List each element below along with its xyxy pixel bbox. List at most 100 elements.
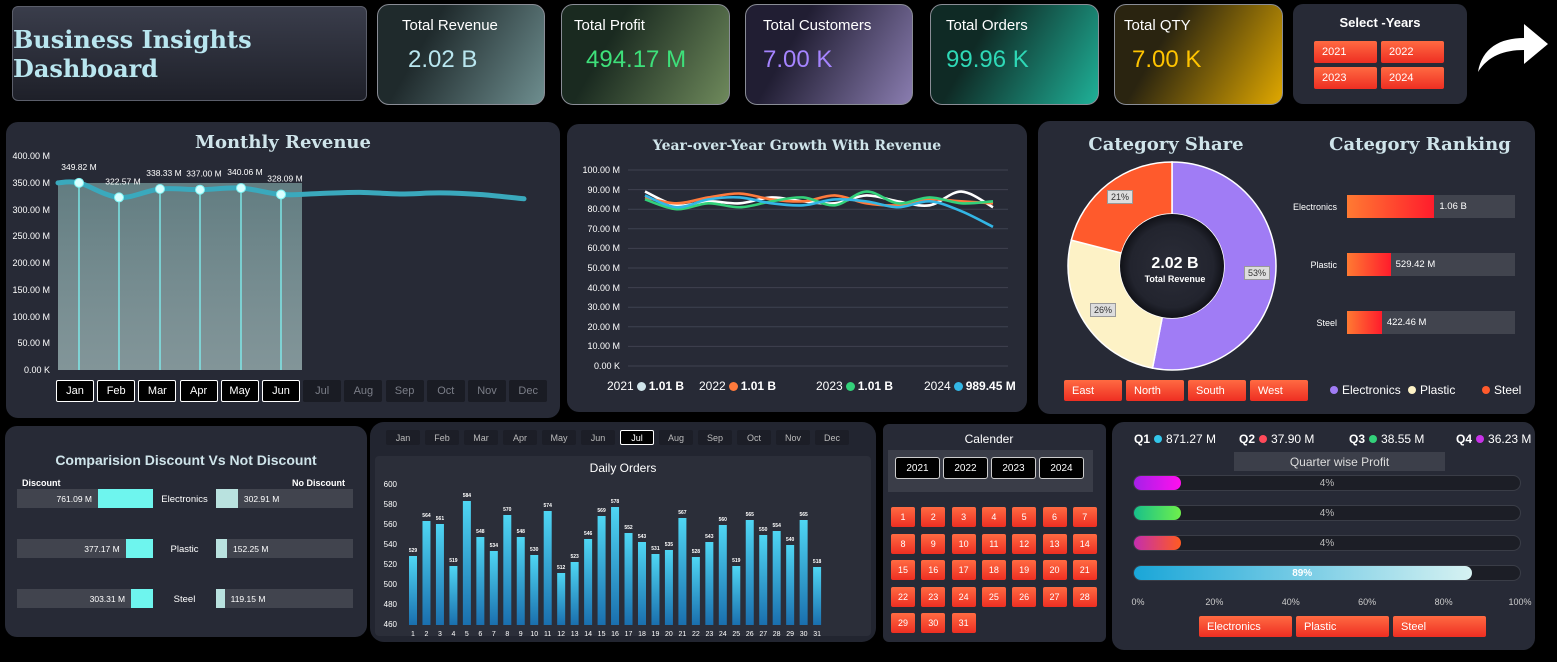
- daily-order-bar[interactable]: [691, 557, 700, 625]
- kpi-label: Total QTY: [1124, 17, 1191, 34]
- calendar-day-10[interactable]: 10: [951, 533, 976, 554]
- x-tick-label: 20%: [1205, 597, 1224, 607]
- calendar-year-2024[interactable]: 2024: [1039, 457, 1084, 479]
- daily-x-tick-label: 26: [746, 631, 754, 638]
- quarter-category-electronics[interactable]: Electronics: [1199, 616, 1292, 637]
- daily-order-bar[interactable]: [409, 556, 417, 625]
- daily-order-bar[interactable]: [543, 511, 552, 625]
- year-slicer-title: Select -Years: [1339, 15, 1421, 30]
- calendar-day-12[interactable]: 12: [1012, 533, 1037, 554]
- quarter-category-steel[interactable]: Steel: [1393, 616, 1486, 637]
- daily-order-bar[interactable]: [637, 542, 646, 625]
- calendar-day-24[interactable]: 24: [951, 586, 976, 607]
- calendar-day-25[interactable]: 25: [981, 586, 1006, 607]
- daily-order-bar[interactable]: [597, 516, 606, 625]
- daily-order-bar[interactable]: [557, 573, 566, 625]
- calendar-year-2022[interactable]: 2022: [943, 457, 988, 479]
- year-button-2023[interactable]: 2023: [1314, 67, 1377, 89]
- daily-order-bar[interactable]: [611, 507, 620, 625]
- daily-order-bar[interactable]: [678, 518, 687, 625]
- daily-x-tick-label: 3: [438, 631, 442, 638]
- daily-order-bar[interactable]: [489, 551, 498, 625]
- daily-order-bar[interactable]: [732, 566, 741, 625]
- calendar-day-16[interactable]: 16: [921, 560, 946, 580]
- calendar-year-2023[interactable]: 2023: [991, 457, 1036, 479]
- year-button-2022[interactable]: 2022: [1381, 41, 1444, 63]
- daily-order-bar[interactable]: [530, 555, 539, 625]
- daily-order-bar[interactable]: [651, 554, 660, 625]
- daily-order-bar[interactable]: [503, 515, 512, 625]
- legend-label: Plastic: [1420, 383, 1456, 397]
- region-button-south[interactable]: South: [1188, 380, 1246, 401]
- ranking-category-label: Steel: [1316, 318, 1337, 328]
- calendar-day-26[interactable]: 26: [1012, 586, 1037, 607]
- navigate-arrow-icon[interactable]: [1476, 20, 1550, 74]
- daily-order-bar[interactable]: [799, 520, 808, 625]
- daily-order-bar[interactable]: [584, 539, 593, 625]
- calendar-day-23[interactable]: 23: [921, 586, 946, 607]
- calendar-day-4[interactable]: 4: [981, 507, 1006, 527]
- daily-order-bar[interactable]: [786, 545, 795, 625]
- legend-dot: [953, 381, 963, 391]
- daily-order-bar[interactable]: [422, 521, 431, 625]
- calendar-day-6[interactable]: 6: [1042, 507, 1067, 527]
- daily-order-bar[interactable]: [449, 566, 458, 625]
- donut-center-value: 2.02 B: [1151, 255, 1199, 272]
- region-button-east[interactable]: East: [1064, 380, 1122, 401]
- calendar-day-28[interactable]: 28: [1072, 586, 1097, 607]
- region-button-west[interactable]: West: [1250, 380, 1308, 401]
- quarter-item-q4: Q4 36.23 M: [1456, 432, 1531, 446]
- calendar-day-11[interactable]: 11: [981, 533, 1006, 554]
- category-legend-item: Electronics: [1330, 383, 1401, 397]
- calendar-day-27[interactable]: 27: [1042, 586, 1067, 607]
- calendar-day-15[interactable]: 15: [891, 560, 915, 580]
- calendar-day-2[interactable]: 2: [921, 507, 946, 527]
- daily-order-bar[interactable]: [745, 520, 754, 625]
- calendar-day-13[interactable]: 13: [1042, 533, 1067, 554]
- calendar-day-29[interactable]: 29: [891, 613, 915, 633]
- daily-order-value-label: 567: [678, 510, 687, 516]
- daily-order-bar[interactable]: [462, 501, 471, 625]
- daily-order-bar[interactable]: [705, 542, 714, 625]
- region-button-north[interactable]: North: [1126, 380, 1184, 401]
- daily-order-bar[interactable]: [516, 537, 525, 625]
- daily-orders-chart: 529 1 564 2 561 3 519 4 584 5 548 6 534 7 570 8 548 9 530 1…: [409, 493, 822, 638]
- calendar-day-21[interactable]: 21: [1072, 560, 1097, 580]
- calendar-day-9[interactable]: 9: [921, 533, 946, 554]
- year-button-2024[interactable]: 2024: [1381, 67, 1444, 89]
- calendar-day-19[interactable]: 19: [1012, 560, 1037, 580]
- daily-order-bar[interactable]: [718, 525, 727, 625]
- quarter-label: Q1: [1134, 432, 1151, 446]
- calendar-day-17[interactable]: 17: [951, 560, 976, 580]
- calendar-day-14[interactable]: 14: [1072, 533, 1097, 554]
- calendar-day-20[interactable]: 20: [1042, 560, 1067, 580]
- calendar-day-7[interactable]: 7: [1072, 507, 1097, 527]
- calendar-day-3[interactable]: 3: [951, 507, 976, 527]
- calendar-year-2021[interactable]: 2021: [895, 457, 940, 479]
- calendar-day-8[interactable]: 8: [891, 533, 915, 554]
- daily-order-bar[interactable]: [624, 533, 633, 625]
- daily-order-value-label: 530: [530, 547, 539, 553]
- calendar-day-30[interactable]: 30: [921, 613, 946, 633]
- daily-order-value-label: 512: [557, 565, 566, 571]
- daily-order-bar[interactable]: [813, 567, 822, 625]
- calendar-day-5[interactable]: 5: [1012, 507, 1037, 527]
- donut-slice-label: 26%: [1090, 303, 1117, 317]
- daily-order-bar[interactable]: [664, 550, 673, 625]
- daily-order-value-label: 519: [732, 558, 741, 564]
- ranking-bar-label: 1.06 B: [1439, 201, 1467, 212]
- daily-order-bar[interactable]: [759, 535, 768, 625]
- calendar-day-1[interactable]: 1: [891, 507, 915, 527]
- daily-order-bar[interactable]: [476, 537, 485, 625]
- calendar-day-18[interactable]: 18: [981, 560, 1006, 580]
- daily-order-value-label: 561: [436, 516, 445, 522]
- calendar-day-22[interactable]: 22: [891, 586, 915, 607]
- daily-order-bar[interactable]: [435, 524, 444, 625]
- daily-order-bar[interactable]: [570, 562, 579, 625]
- quarter-category-plastic[interactable]: Plastic: [1296, 616, 1389, 637]
- daily-x-tick-label: 7: [492, 631, 496, 638]
- calendar-day-31[interactable]: 31: [951, 613, 976, 633]
- daily-x-tick-label: 11: [544, 631, 551, 638]
- daily-order-bar[interactable]: [772, 531, 781, 625]
- year-button-2021[interactable]: 2021: [1314, 41, 1377, 63]
